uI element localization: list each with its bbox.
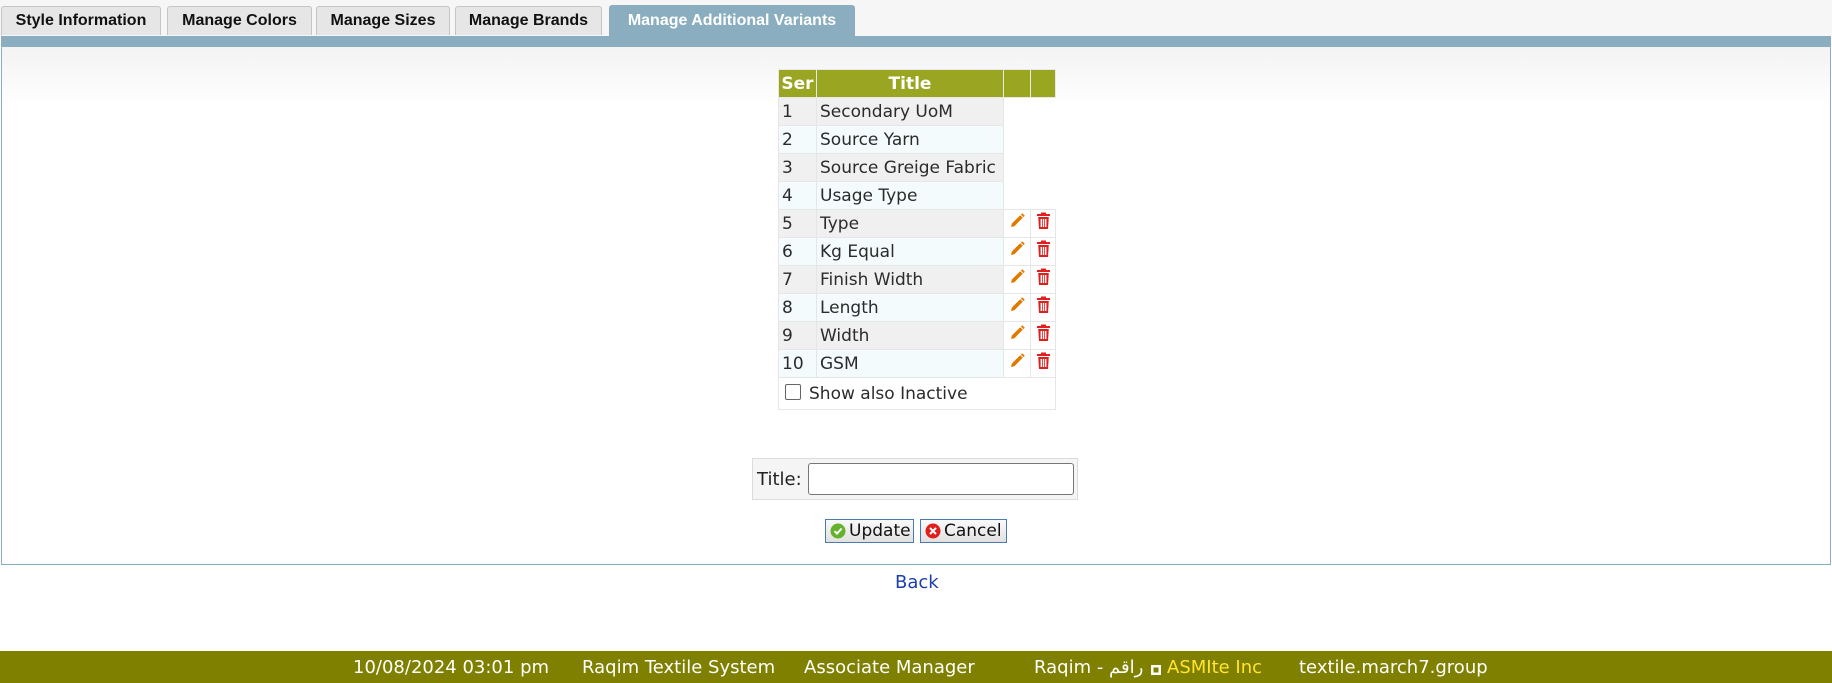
row-empty-cell	[1003, 181, 1056, 210]
column-header-title: Title	[816, 69, 1004, 98]
tab-manage-colors[interactable]: Manage Colors	[167, 6, 312, 35]
row-ser: 8	[778, 293, 817, 322]
show-inactive-checkbox[interactable]	[785, 383, 801, 400]
row-title: Width	[816, 321, 1004, 350]
table-row: 1 Secondary UoM	[778, 97, 1056, 126]
tab-style-information[interactable]: Style Information	[1, 6, 161, 35]
pencil-icon[interactable]	[1008, 324, 1026, 347]
row-delete-cell	[1030, 293, 1056, 322]
status-footer: 10/08/2024 03:01 pm Raqim Textile System…	[0, 651, 1832, 683]
row-delete-cell	[1030, 349, 1056, 378]
table-header-row: Ser Title	[778, 69, 1056, 98]
table-row: 10 GSM	[778, 349, 1056, 378]
row-delete-cell	[1030, 237, 1056, 266]
row-empty-cell	[1003, 97, 1056, 126]
trash-icon[interactable]	[1035, 352, 1052, 375]
row-delete-cell	[1030, 321, 1056, 350]
table-row: 7 Finish Width	[778, 265, 1056, 294]
footer-domain: textile.march7.group	[1299, 657, 1488, 678]
row-edit-cell	[1003, 209, 1031, 238]
update-button[interactable]: Update	[825, 519, 914, 543]
title-label: Title:	[757, 469, 802, 490]
row-delete-cell	[1030, 265, 1056, 294]
row-ser: 5	[778, 209, 817, 238]
row-title: Source Greige Fabric	[816, 153, 1004, 182]
row-empty-cell	[1003, 153, 1056, 182]
row-title: Kg Equal	[816, 237, 1004, 266]
row-ser: 1	[778, 97, 817, 126]
row-title: Finish Width	[816, 265, 1004, 294]
row-title: Source Yarn	[816, 125, 1004, 154]
pencil-icon[interactable]	[1008, 268, 1026, 291]
show-inactive-label: Show also Inactive	[809, 383, 968, 404]
row-ser: 9	[778, 321, 817, 350]
table-row: 2 Source Yarn	[778, 125, 1056, 154]
trash-icon[interactable]	[1035, 268, 1052, 291]
row-title: Secondary UoM	[816, 97, 1004, 126]
trash-icon[interactable]	[1035, 212, 1052, 235]
title-form: Title:	[752, 458, 1078, 500]
table-row: 3 Source Greige Fabric	[778, 153, 1056, 182]
pencil-icon[interactable]	[1008, 296, 1026, 319]
row-edit-cell	[1003, 349, 1031, 378]
row-edit-cell	[1003, 265, 1031, 294]
cancel-button[interactable]: Cancel	[920, 519, 1007, 543]
company-logo-icon	[1150, 660, 1162, 681]
table-row: 5 Type	[778, 209, 1056, 238]
pencil-icon[interactable]	[1008, 212, 1026, 235]
row-ser: 7	[778, 265, 817, 294]
column-header-edit	[1003, 69, 1031, 98]
update-button-label: Update	[849, 521, 911, 541]
table-row: 4 Usage Type	[778, 181, 1056, 210]
trash-icon[interactable]	[1035, 324, 1052, 347]
tab-strip	[1, 36, 1831, 47]
tab-manage-additional-variants[interactable]: Manage Additional Variants	[609, 5, 855, 36]
tab-manage-sizes[interactable]: Manage Sizes	[316, 6, 450, 35]
footer-system-name: Raqim Textile System	[582, 657, 776, 678]
row-edit-cell	[1003, 293, 1031, 322]
row-title: Type	[816, 209, 1004, 238]
footer-datetime: 10/08/2024 03:01 pm	[353, 657, 550, 678]
row-empty-cell	[1003, 125, 1056, 154]
row-edit-cell	[1003, 321, 1031, 350]
column-header-ser: Ser	[778, 69, 817, 98]
row-ser: 2	[778, 125, 817, 154]
variants-table: Ser Title 1 Secondary UoM 2 Source Yarn 3 Sou…	[778, 69, 1056, 410]
cancel-button-label: Cancel	[944, 521, 1002, 541]
table-row: 6 Kg Equal	[778, 237, 1056, 266]
table-row: 8 Length	[778, 293, 1056, 322]
row-ser: 3	[778, 153, 817, 182]
title-input[interactable]	[808, 463, 1074, 495]
footer-company[interactable]: ASMIte Inc	[1167, 657, 1262, 678]
row-title: Length	[816, 293, 1004, 322]
row-title: Usage Type	[816, 181, 1004, 210]
trash-icon[interactable]	[1035, 296, 1052, 319]
row-ser: 4	[778, 181, 817, 210]
check-circle-icon	[830, 523, 846, 539]
pencil-icon[interactable]	[1008, 352, 1026, 375]
column-header-delete	[1030, 69, 1056, 98]
row-title: GSM	[816, 349, 1004, 378]
row-ser: 6	[778, 237, 817, 266]
row-edit-cell	[1003, 237, 1031, 266]
trash-icon[interactable]	[1035, 240, 1052, 263]
row-delete-cell	[1030, 209, 1056, 238]
table-row: 9 Width	[778, 321, 1056, 350]
show-inactive-row: Show also Inactive	[778, 377, 1056, 410]
back-link[interactable]: Back	[895, 572, 939, 593]
footer-role: Associate Manager	[804, 657, 975, 678]
tab-bar: Style Information Manage Colors Manage S…	[0, 0, 1832, 36]
footer-brand: Raqim - راقم	[1034, 657, 1144, 678]
row-ser: 10	[778, 349, 817, 378]
pencil-icon[interactable]	[1008, 240, 1026, 263]
cancel-circle-icon	[925, 523, 941, 539]
tab-manage-brands[interactable]: Manage Brands	[455, 6, 602, 35]
